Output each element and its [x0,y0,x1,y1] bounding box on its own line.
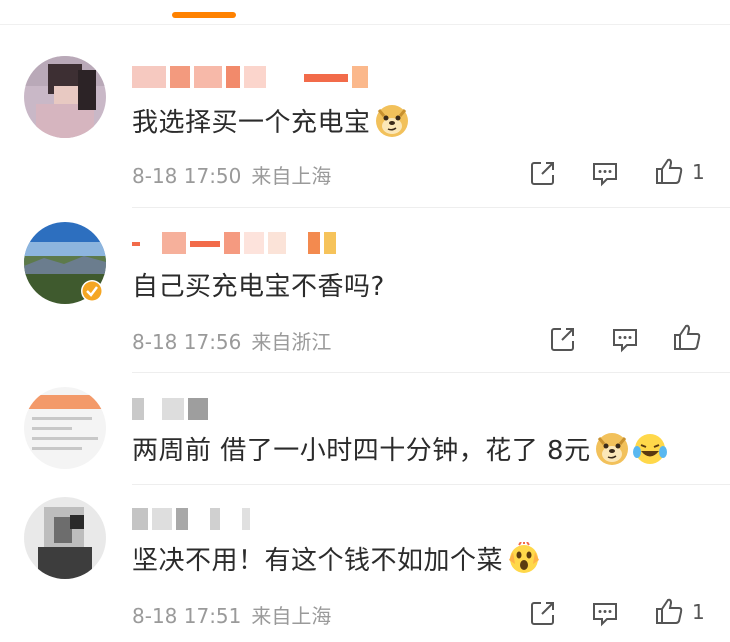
share-icon[interactable] [528,598,558,628]
username-blurred[interactable] [132,232,336,254]
avatar[interactable] [24,56,106,138]
like-icon[interactable] [654,156,684,186]
like-icon[interactable] [672,322,702,352]
comment-divider [132,372,730,373]
doge-emoji [375,104,408,137]
like-count: 1 [692,600,705,624]
username-blurred[interactable] [132,66,368,88]
comment-meta: 8-18 17:56 来自浙江 [132,326,331,355]
comment-text: 自己买充电宝不香吗? [132,272,385,302]
username-blurred[interactable] [132,398,208,420]
like-count: 1 [692,160,705,184]
comment-meta: 8-18 17:50 来自上海 [132,160,331,189]
verified-badge-icon [81,280,103,302]
reply-icon[interactable] [610,324,640,354]
comment-meta: 8-18 17:51 来自上海 [132,600,331,629]
share-icon[interactable] [528,158,558,188]
share-icon[interactable] [548,324,578,354]
like-icon[interactable] [654,596,684,626]
comment-divider [132,484,730,485]
comment-location: 来自上海 [251,164,332,188]
top-divider [0,24,730,25]
avatar[interactable] [24,387,106,469]
comment-text: 我选择买一个充电宝 [132,102,409,139]
comment-date: 8-18 17:56 [132,330,242,354]
comment-location: 来自浙江 [251,330,332,354]
comment-text: 两周前 借了一小时四十分钟，花了 8元 [132,430,667,467]
comment-date: 8-18 17:51 [132,604,242,628]
comment-divider [132,207,730,208]
active-tab-indicator [172,12,236,18]
laughing-tears-emoji [632,433,667,464]
username-blurred[interactable] [132,508,250,530]
comment-date: 8-18 17:50 [132,164,242,188]
screaming-face-emoji [509,541,540,573]
doge-emoji [595,432,628,465]
comment-text: 坚决不用！有这个钱不如加个菜 [132,540,541,577]
reply-icon[interactable] [590,598,620,628]
reply-icon[interactable] [590,158,620,188]
avatar[interactable] [24,497,106,579]
comment-location: 来自上海 [251,604,332,628]
